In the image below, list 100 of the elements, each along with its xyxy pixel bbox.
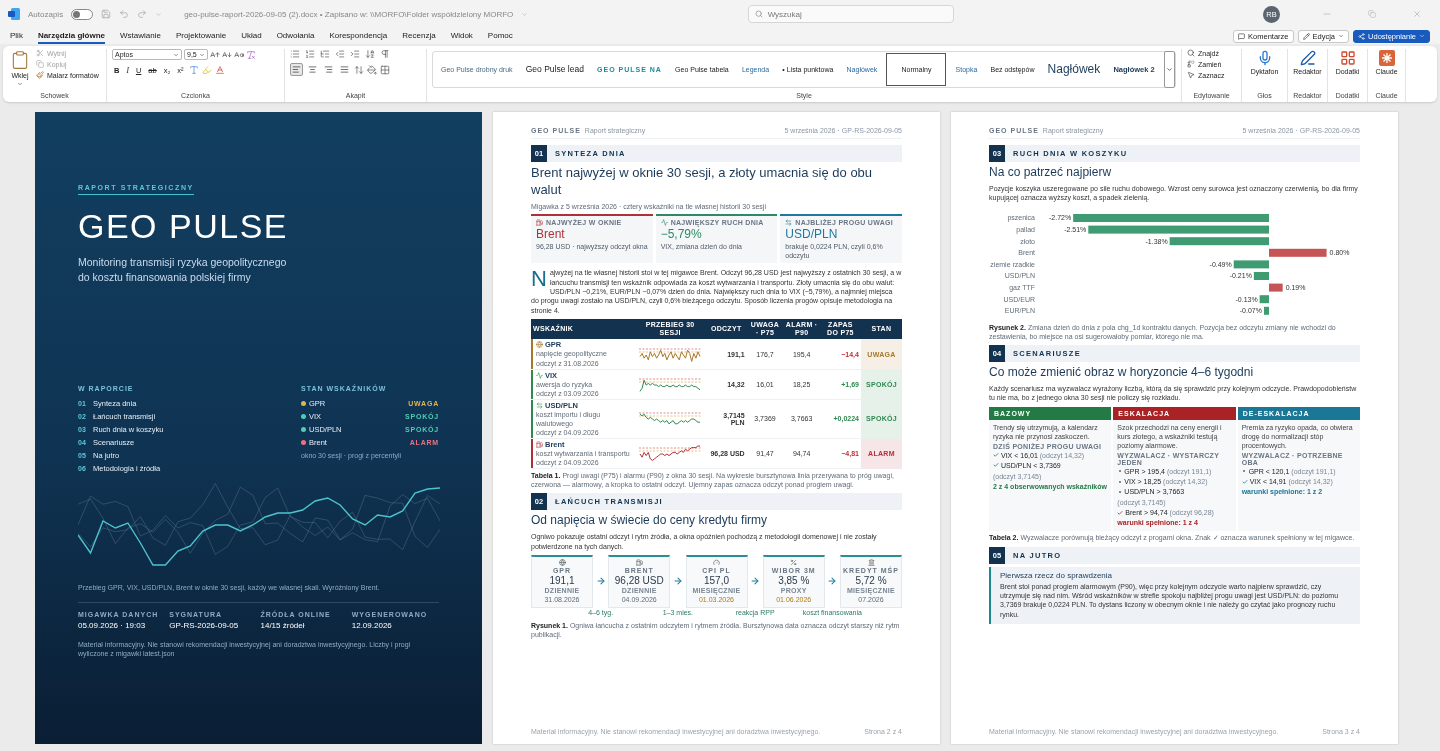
increase-indent-icon[interactable] [350,49,360,59]
headline: Na co patrzeć najpierw [989,165,1113,181]
copy-icon [36,60,44,68]
menu-tab[interactable]: Odwołania [276,28,315,44]
align-icon [292,65,301,74]
line-spacing-icon[interactable] [354,64,364,75]
node-icon [558,558,566,566]
menu-tab[interactable]: Projektowanie [175,28,227,44]
pointer-icon [1187,71,1195,79]
font-color-icon[interactable] [214,65,225,75]
pilcrow-icon[interactable] [380,49,390,59]
kpi-value: USD/PLN [784,226,839,241]
redo-icon[interactable] [137,9,148,19]
indicator-icon [536,441,543,449]
shrink-font-icon[interactable] [222,49,232,60]
meta-value: GP-RS-2026-09-05 [169,621,240,631]
node-value: 191,1 [549,574,575,586]
clipboard-icon [10,50,30,70]
bar [1233,259,1269,268]
indicator-icon [536,371,543,379]
align-button[interactable] [322,63,335,76]
headline: Od napięcia w świecie do ceny kredytu firmy [531,513,769,530]
caret-icon [199,51,205,58]
scissors-icon [36,49,44,57]
word-logo-icon [8,8,20,20]
menu-tab[interactable]: Pomoc [487,28,513,44]
caret-icon [1419,33,1425,39]
borders-icon[interactable] [380,64,390,75]
autosave-toggle[interactable] [71,8,94,20]
bar [1269,248,1327,257]
sparkline-drawing [639,443,702,464]
menu-tab[interactable]: Korespondencja [329,28,388,44]
decrease-indent-icon[interactable] [335,49,345,59]
comment-icon [1238,32,1246,40]
headline: Brent najwyżej w oknie 30 sesji, a złoty umacnia się do obu walut [531,165,874,199]
kpi-icon [785,218,793,226]
cover-title: GEO PULSE [78,209,288,243]
arrow-icon [750,576,761,587]
undo-icon[interactable] [119,9,130,19]
bar [1269,283,1283,292]
kpi-value: −5,79% [659,226,702,241]
search-field[interactable]: Wyszukaj [747,5,954,23]
pen-icon [1299,50,1316,66]
meta-value: 05.09.2026 · 19:03 [78,621,147,631]
cover-subtitle: Monitoring transmisji ryzyka geopolitycznego [78,255,287,270]
node-icon [790,558,798,566]
arrow-icon [827,576,838,587]
caret-icon [173,51,179,58]
menu-tab[interactable]: Recenzja [402,28,436,44]
caret-icon [17,81,23,87]
sort-icon[interactable] [365,49,375,59]
align-icon [324,65,333,74]
paintbrush-icon [36,71,44,79]
menu-tab[interactable]: Widok [450,28,473,44]
autosave-label: Autozapis [28,9,64,19]
indicator-icon [536,341,543,349]
menu-tab[interactable]: Narzędzia główne [37,28,105,44]
node-icon [635,558,643,566]
grid-icon [1339,50,1356,66]
node-value: 5,72 % [855,574,887,586]
highlighter-icon[interactable] [201,65,212,75]
align-icon [308,65,317,74]
arrow-icon [672,576,683,587]
headline: Co może zmienić obraz w horyzoncie 4–6 tygodni [989,365,1255,381]
bar [1263,306,1269,315]
replace-icon [1187,60,1195,68]
numbering-icon[interactable] [305,49,315,59]
close-icon[interactable] [1412,9,1422,19]
search-icon [754,10,763,18]
pencil-icon [1302,32,1310,40]
align-button[interactable] [290,63,303,76]
clear-formatting-icon[interactable] [246,49,256,60]
menu-tab[interactable]: Układ [241,28,262,44]
grow-font-icon[interactable] [210,49,220,60]
save-icon[interactable] [101,9,112,19]
change-case-icon[interactable] [234,49,244,60]
text-effects-icon[interactable] [188,65,199,75]
cover-subtitle: do kosztu finansowania polskiej firmy [78,270,251,285]
menu-tab[interactable]: Plik [10,28,23,44]
caret-icon [1338,33,1345,39]
menu-tab[interactable]: Wstawianie [120,28,161,44]
arrow-icon [595,576,606,587]
multilevel-list-icon[interactable] [320,49,330,59]
node-icon [867,558,875,566]
share-icon [1358,32,1366,40]
align-button[interactable] [306,63,319,76]
align-button[interactable] [338,63,351,76]
search-icon [1187,49,1195,57]
shading-icon[interactable] [367,64,377,75]
bullets-icon[interactable] [290,49,300,59]
indicator-icon [536,401,543,409]
gallery-more-button[interactable] [1163,50,1175,88]
bar [1253,271,1269,280]
kpi-icon [536,218,543,226]
meta-value: 12.09.2026 [351,621,393,631]
starburst-icon [1378,50,1395,66]
bar [1259,294,1269,303]
kpi-value: Brent [535,226,566,241]
node-value: 157,0 [704,574,729,586]
node-value: 96,28 USD [614,574,664,586]
